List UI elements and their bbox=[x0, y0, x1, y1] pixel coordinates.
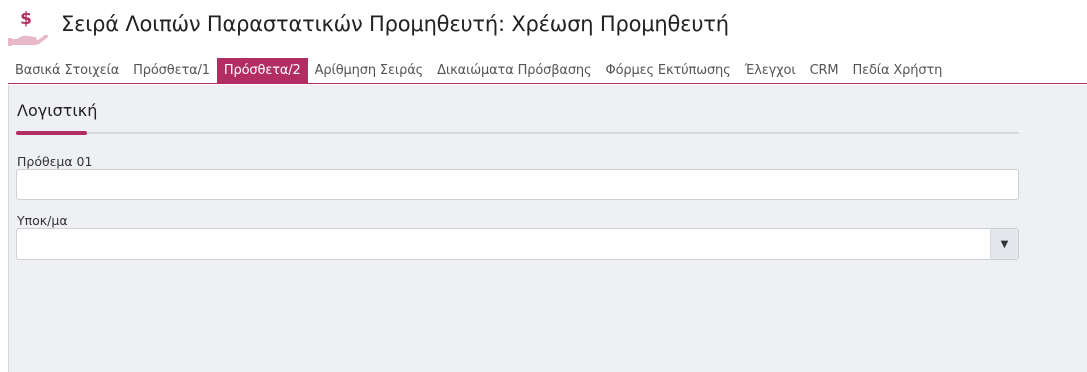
tab-access-rights[interactable]: Δικαιώματα Πρόσβασης bbox=[430, 58, 598, 83]
content-panel: Λογιστική Πρόθεμα 01 Υποκ/μα ▼ bbox=[8, 85, 1087, 372]
subledger-label: Υποκ/μα bbox=[17, 213, 68, 228]
tab-print-forms[interactable]: Φόρμες Εκτύπωσης bbox=[598, 58, 737, 83]
svg-text:$: $ bbox=[20, 9, 32, 29]
tab-series-numbering[interactable]: Αρίθμηση Σειράς bbox=[308, 58, 430, 83]
page-title: Σειρά Λοιπών Παραστατικών Προμηθευτή: Χρ… bbox=[61, 12, 729, 36]
tab-crm[interactable]: CRM bbox=[803, 58, 846, 83]
section-divider bbox=[16, 132, 1019, 134]
tab-bar: Βασικά Στοιχεία Πρόσθετα/1 Πρόσθετα/2 Αρ… bbox=[8, 58, 1087, 84]
tab-additional-2[interactable]: Πρόσθετα/2 bbox=[216, 58, 308, 83]
prefix-input[interactable] bbox=[16, 169, 1019, 200]
tab-checks[interactable]: Έλεγχοι bbox=[738, 58, 803, 83]
hand-dollar-icon: $ bbox=[8, 8, 48, 46]
header: $ Σειρά Λοιπών Παραστατικών Προμηθευτή: … bbox=[0, 0, 1087, 58]
tab-additional-1[interactable]: Πρόσθετα/1 bbox=[126, 58, 217, 83]
subledger-select[interactable]: ▼ bbox=[16, 228, 1019, 260]
section-title: Λογιστική bbox=[17, 101, 98, 120]
dropdown-arrow-icon[interactable]: ▼ bbox=[990, 229, 1018, 259]
prefix-label: Πρόθεμα 01 bbox=[17, 154, 93, 169]
section-accent-bar bbox=[16, 131, 87, 135]
tab-user-fields[interactable]: Πεδία Χρήστη bbox=[845, 58, 949, 83]
tab-basic-info[interactable]: Βασικά Στοιχεία bbox=[8, 58, 126, 83]
